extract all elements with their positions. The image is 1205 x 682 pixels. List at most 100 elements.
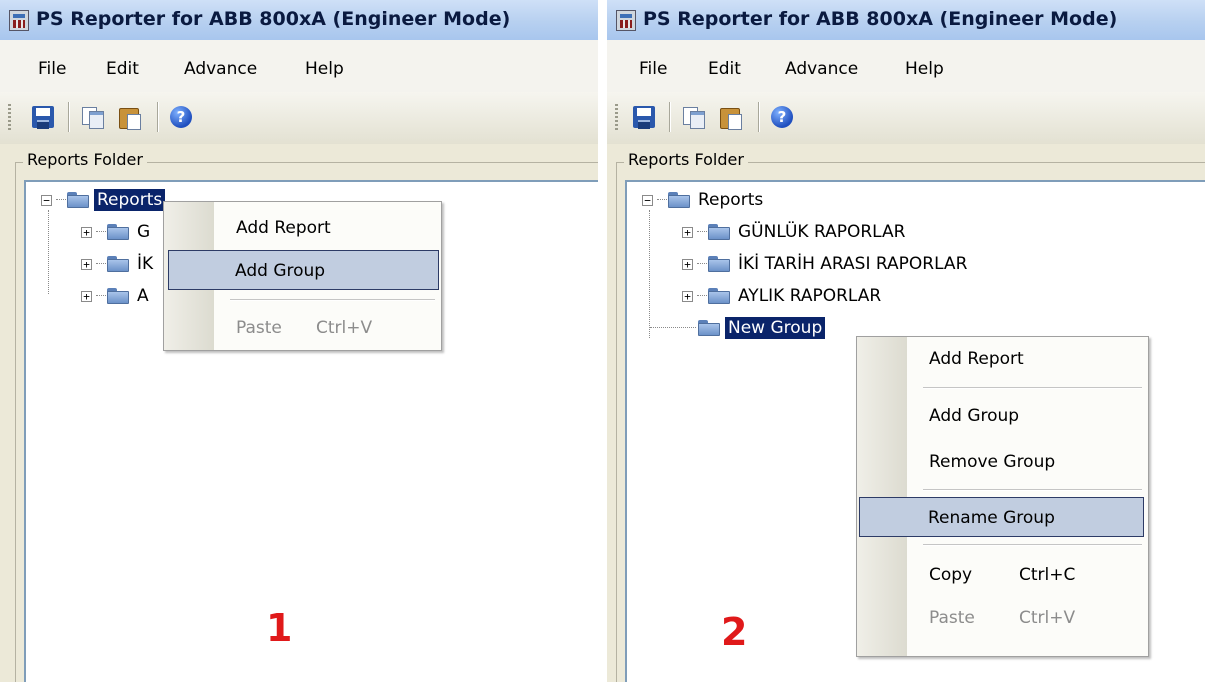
toolbar-grip[interactable] (615, 104, 618, 130)
menu-item-label: Paste (929, 608, 975, 628)
save-button[interactable] (629, 102, 659, 132)
paste-button[interactable] (716, 102, 746, 132)
copy-icon (682, 106, 706, 129)
menu-item-label: Add Group (235, 261, 326, 281)
context-menu-remove-group[interactable]: Remove Group (859, 442, 1146, 482)
save-icon (633, 106, 655, 129)
copy-button[interactable] (78, 102, 108, 132)
tree-node[interactable]: + A (81, 282, 152, 310)
menu-item-label: Add Report (236, 218, 331, 238)
menu-item-label: Add Group (929, 406, 1020, 426)
app-icon (9, 10, 29, 31)
tree-node-label[interactable]: AYLIK RAPORLAR (735, 285, 884, 307)
menu-file[interactable]: File (639, 59, 667, 79)
tree-node-label[interactable]: New Group (725, 317, 826, 339)
expand-icon[interactable]: + (682, 290, 693, 302)
group-label: Reports Folder (624, 150, 748, 169)
help-icon: ? (771, 106, 793, 128)
save-icon (32, 106, 54, 129)
menu-bar: File Edit Advance Help (0, 40, 598, 92)
tree-connector (697, 295, 707, 297)
menu-advance[interactable]: Advance (184, 59, 257, 79)
toolbar-grip[interactable] (8, 104, 11, 130)
tree-connector (697, 263, 707, 265)
help-button[interactable]: ? (166, 102, 196, 132)
folder-icon (107, 224, 129, 240)
window-panel-1: PS Reporter for ABB 800xA (Engineer Mode… (0, 0, 598, 682)
context-menu-add-group[interactable]: Add Group (859, 396, 1146, 436)
menu-separator (230, 299, 435, 301)
menu-item-shortcut: Ctrl+V (316, 318, 373, 338)
menu-edit[interactable]: Edit (106, 59, 139, 79)
tree-node-label[interactable]: A (134, 285, 152, 307)
app-icon (616, 10, 636, 31)
tree-node[interactable]: + AYLIK RAPORLAR (682, 282, 884, 310)
tree-connector (96, 263, 106, 265)
folder-icon (107, 288, 129, 304)
collapse-icon[interactable]: − (642, 194, 653, 206)
tree-node[interactable]: New Group (650, 314, 826, 342)
tree-node[interactable]: + İKİ TARİH ARASI RAPORLAR (682, 250, 970, 278)
menu-file[interactable]: File (38, 59, 66, 79)
expand-icon[interactable]: + (81, 290, 92, 302)
menu-item-label: Copy (929, 565, 973, 585)
paste-button[interactable] (115, 102, 145, 132)
title-bar: PS Reporter for ABB 800xA (Engineer Mode… (0, 0, 598, 40)
context-menu-rename-group[interactable]: Rename Group (859, 497, 1144, 537)
folder-icon (708, 224, 730, 240)
folder-icon (67, 192, 89, 208)
collapse-icon[interactable]: − (41, 194, 52, 206)
save-button[interactable] (28, 102, 58, 132)
menu-item-shortcut: Ctrl+C (1019, 565, 1076, 585)
folder-icon (708, 256, 730, 272)
context-menu-add-report[interactable]: Add Report (166, 208, 439, 248)
context-menu-copy[interactable]: Copy Ctrl+C (859, 555, 1146, 595)
group-label: Reports Folder (23, 150, 147, 169)
tree-node[interactable]: + GÜNLÜK RAPORLAR (682, 218, 908, 246)
menu-help[interactable]: Help (305, 59, 344, 79)
expand-icon[interactable]: + (682, 258, 693, 270)
context-menu: Add Report Add Group Paste Ctrl+V (163, 201, 442, 351)
menu-edit[interactable]: Edit (708, 59, 741, 79)
window-title: PS Reporter for ABB 800xA (Engineer Mode… (643, 8, 1118, 30)
tree-node-label[interactable]: Reports (695, 189, 766, 211)
menu-bar: File Edit Advance Help (607, 40, 1205, 92)
tree-node[interactable]: + İK (81, 250, 156, 278)
expand-icon[interactable]: + (81, 258, 92, 270)
tree-connector (650, 327, 696, 329)
context-menu-add-group[interactable]: Add Group (168, 250, 439, 290)
expand-icon[interactable]: + (81, 226, 92, 238)
copy-button[interactable] (679, 102, 709, 132)
tree-node[interactable]: + G (81, 218, 153, 246)
tree-node-label[interactable]: İK (134, 253, 156, 275)
tree-node-label[interactable]: Reports (94, 189, 166, 211)
tree-connector (96, 231, 106, 233)
tree-node-label[interactable]: GÜNLÜK RAPORLAR (735, 221, 908, 243)
tree-node-label[interactable]: İKİ TARİH ARASI RAPORLAR (735, 253, 970, 275)
window-title: PS Reporter for ABB 800xA (Engineer Mode… (36, 8, 511, 30)
help-button[interactable]: ? (767, 102, 797, 132)
expand-icon[interactable]: + (682, 226, 693, 238)
context-menu-add-report[interactable]: Add Report (859, 339, 1146, 379)
menu-separator (923, 544, 1142, 546)
context-menu-paste[interactable]: Paste Ctrl+V (166, 308, 439, 348)
menu-item-label: Rename Group (928, 508, 1055, 528)
tree-node-root[interactable]: − Reports (642, 186, 766, 214)
toolbar: ? (0, 92, 598, 144)
tree-connector (48, 210, 49, 294)
context-menu-paste[interactable]: Paste Ctrl+V (859, 598, 1146, 638)
step-number: 2 (721, 610, 748, 654)
tree-connector (697, 231, 707, 233)
menu-advance[interactable]: Advance (785, 59, 858, 79)
window-panel-2: PS Reporter for ABB 800xA (Engineer Mode… (607, 0, 1205, 682)
tree-node-label[interactable]: G (134, 221, 153, 243)
tree-node-root[interactable]: − Reports (41, 186, 166, 214)
toolbar-separator (157, 102, 159, 132)
menu-item-label: Remove Group (929, 452, 1056, 472)
menu-separator (923, 489, 1142, 491)
menu-item-label: Paste (236, 318, 282, 338)
help-icon: ? (170, 106, 192, 128)
menu-help[interactable]: Help (905, 59, 944, 79)
menu-item-shortcut: Ctrl+V (1019, 608, 1076, 628)
toolbar-separator (669, 102, 671, 132)
